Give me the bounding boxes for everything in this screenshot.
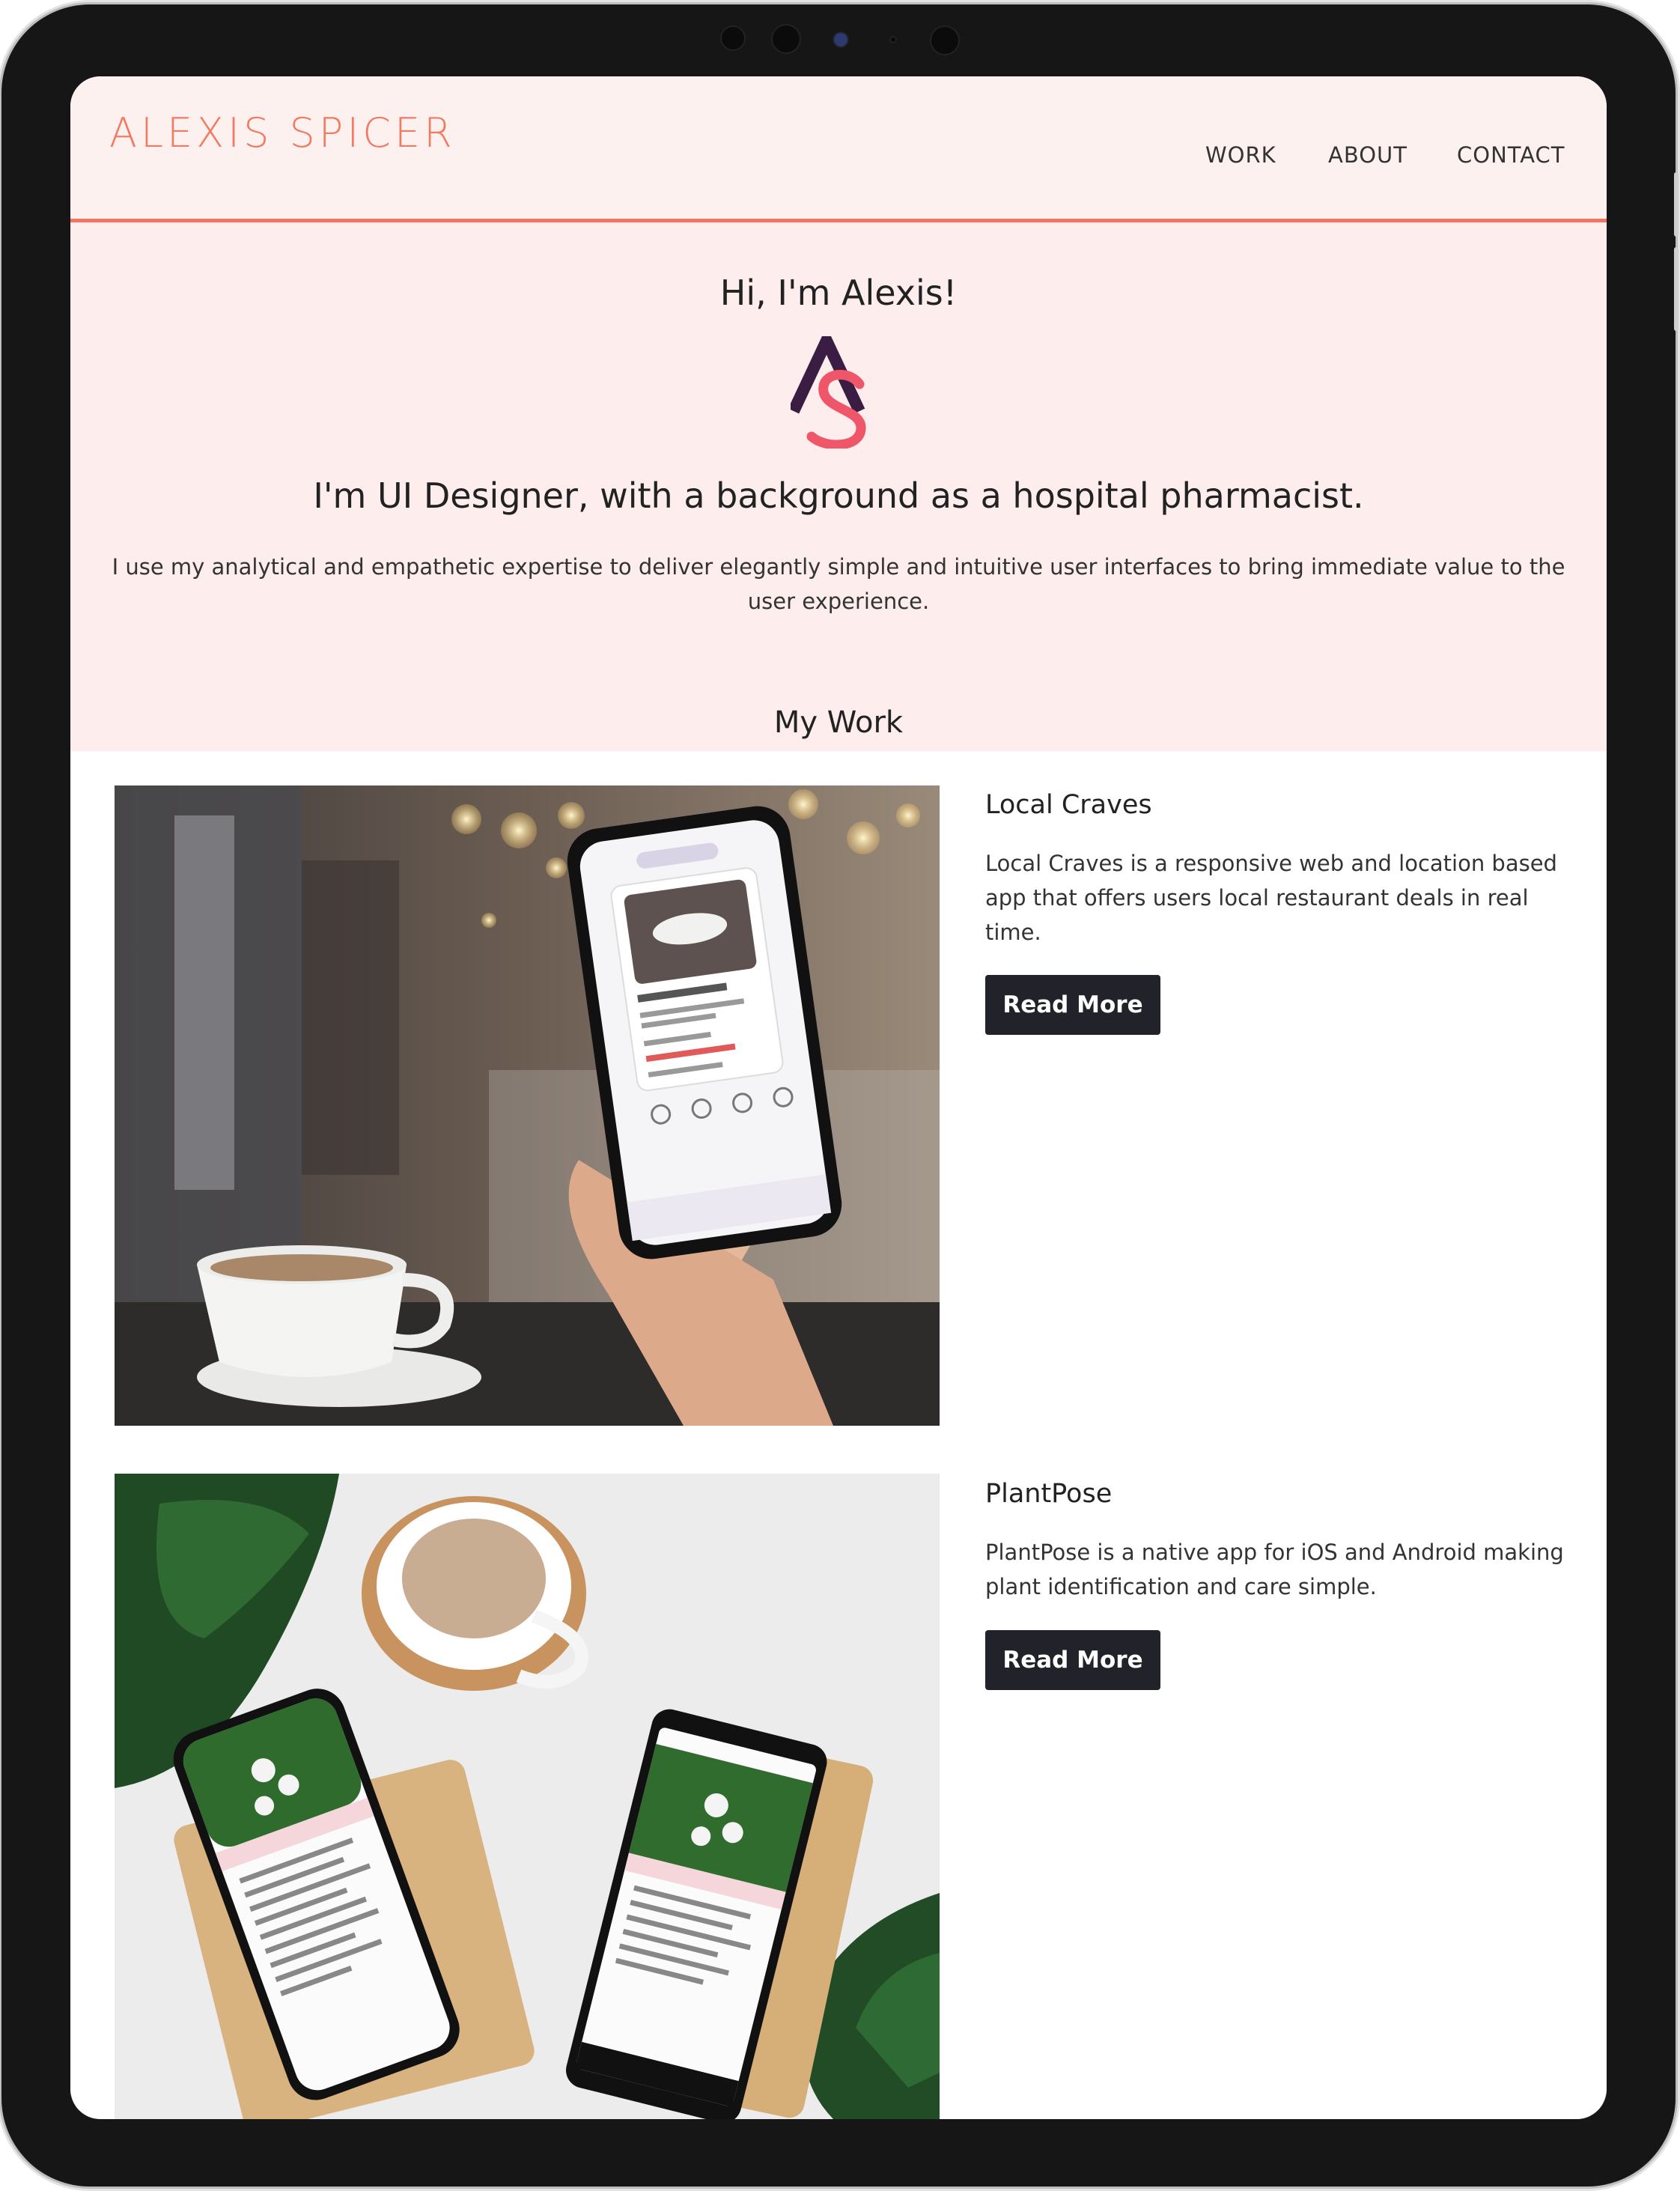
nav-work-link[interactable]: WORK [1205, 142, 1276, 168]
project-description-plantpose: PlantPose is a native app for iOS and An… [985, 1540, 1564, 1599]
camera-icon [833, 31, 849, 48]
nav-about-link[interactable]: ABOUT [1328, 142, 1407, 168]
my-work-heading: My Work [773, 705, 904, 740]
hero-tagline: I'm UI Designer, with a background as a … [313, 475, 1364, 516]
read-more-local-craves-button[interactable]: Read More [985, 975, 1160, 1035]
monogram-logo [791, 336, 866, 449]
browser-viewport: ALEXIS SPICER WORK ABOUT CONTACT Hi, I'm… [70, 76, 1607, 2119]
hero-greeting: Hi, I'm Alexis! [719, 273, 958, 313]
project-description-local-craves: Local Craves is a responsive web and loc… [985, 851, 1557, 945]
sensor-dot [889, 36, 897, 43]
site-header: ALEXIS SPICER WORK ABOUT CONTACT [70, 76, 1607, 220]
camera-lens [930, 25, 960, 55]
read-more-plantpose-button[interactable]: Read More [985, 1630, 1160, 1690]
hero-section: Hi, I'm Alexis! I'm UI Designer, with a … [70, 222, 1607, 751]
volume-button [1674, 247, 1679, 331]
camera-lens [771, 24, 801, 54]
hero-intro: I use my analytical and empathetic exper… [112, 554, 1565, 614]
sensor-dot [720, 25, 746, 51]
plantpose-image[interactable] [115, 1474, 940, 2119]
project-title-plantpose: PlantPose [985, 1479, 1113, 1509]
nav-contact-link[interactable]: CONTACT [1457, 142, 1565, 168]
local-craves-image[interactable] [115, 785, 940, 1426]
power-button [1674, 172, 1679, 237]
site-logo[interactable]: ALEXIS SPICER [109, 109, 456, 156]
project-title-local-craves: Local Craves [985, 790, 1152, 820]
